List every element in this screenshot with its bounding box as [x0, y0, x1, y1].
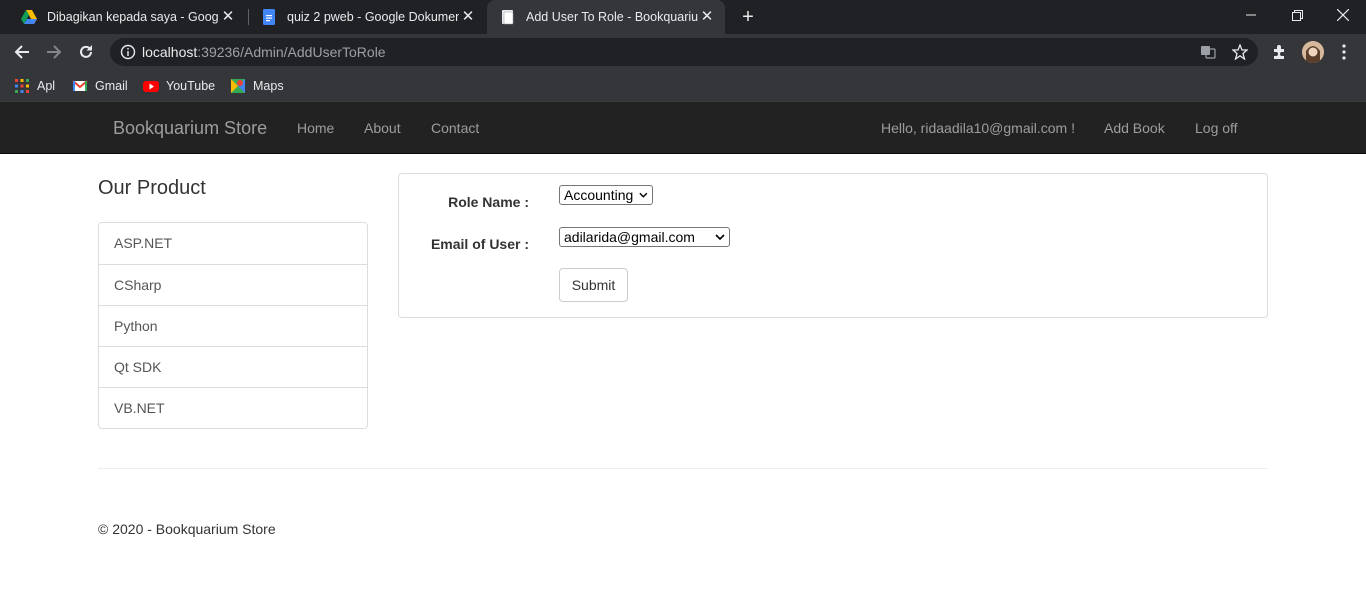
product-list: ASP.NET CSharp Python Qt SDK VB.NET — [98, 222, 368, 429]
add-user-to-role-form: Role Name : Accounting Email of User : a… — [398, 173, 1268, 318]
tab-title: Dibagikan kepada saya - Google — [47, 10, 219, 24]
tab-title: quiz 2 pweb - Google Dokumen — [287, 10, 459, 24]
gmail-icon — [72, 80, 88, 91]
close-icon[interactable]: ✕ — [220, 9, 236, 25]
address-bar[interactable]: localhost:39236/Admin/AddUserToRole — [110, 38, 1258, 66]
email-select[interactable]: adilarida@gmail.com — [559, 227, 730, 247]
close-icon[interactable]: ✕ — [699, 9, 715, 25]
close-icon[interactable]: ✕ — [460, 9, 476, 25]
restore-icon[interactable] — [1274, 0, 1320, 30]
translate-icon[interactable] — [1200, 44, 1216, 60]
url-host: localhost — [142, 44, 198, 60]
extensions-icon[interactable] — [1269, 42, 1289, 62]
role-name-label: Role Name : — [448, 194, 529, 210]
tab-google-docs[interactable]: quiz 2 pweb - Google Dokumen ✕ — [248, 0, 486, 34]
product-item-qt-sdk[interactable]: Qt SDK — [99, 346, 367, 387]
info-icon[interactable] — [120, 44, 136, 60]
footer-copyright: © 2020 - Bookquarium Store — [98, 521, 276, 537]
nav-contact[interactable]: Contact — [431, 120, 479, 136]
bookmark-star-icon[interactable] — [1232, 44, 1248, 60]
bookmark-maps[interactable]: Maps — [230, 76, 284, 96]
user-greeting-link[interactable]: Hello, ridaadila10@gmail.com ! — [881, 120, 1075, 136]
window-close-icon[interactable] — [1320, 0, 1366, 30]
role-select-value: Accounting — [564, 187, 634, 203]
product-item-csharp[interactable]: CSharp — [99, 264, 367, 305]
site-navbar: Bookquarium Store Home About Contact Hel… — [0, 102, 1366, 154]
new-tab-icon[interactable]: + — [738, 7, 758, 27]
reload-icon[interactable] — [74, 40, 98, 64]
email-of-user-label: Email of User : — [430, 236, 529, 252]
email-select-value: adilarida@gmail.com — [564, 229, 695, 245]
role-select[interactable]: Accounting — [559, 185, 653, 205]
menu-kebab-icon[interactable] — [1334, 42, 1354, 62]
tab-add-user-to-role[interactable]: Add User To Role - Bookquarium ✕ — [487, 0, 725, 34]
submit-button[interactable]: Submit — [559, 268, 628, 302]
google-docs-icon — [263, 9, 275, 25]
sidebar-heading: Our Product — [98, 177, 206, 199]
youtube-icon — [143, 81, 159, 92]
browser-toolbar: localhost:39236/Admin/AddUserToRole — [0, 34, 1366, 70]
url-text[interactable]: localhost:39236/Admin/AddUserToRole — [142, 44, 386, 60]
nav-log-off[interactable]: Log off — [1195, 120, 1238, 136]
bookmark-label: YouTube — [166, 79, 216, 93]
back-icon[interactable] — [10, 40, 34, 64]
nav-about[interactable]: About — [364, 120, 401, 136]
brand-link[interactable]: Bookquarium Store — [113, 118, 267, 139]
nav-home[interactable]: Home — [297, 120, 334, 136]
tab-title: Add User To Role - Bookquarium — [526, 10, 698, 24]
bookmark-gmail[interactable]: Gmail — [72, 76, 128, 96]
bookmark-label: Maps — [253, 79, 284, 93]
forward-icon[interactable] — [42, 40, 66, 64]
bookmark-apps[interactable]: Apl — [14, 76, 55, 96]
bookmark-label: Apl — [37, 79, 56, 93]
bookmark-label: Gmail — [95, 79, 128, 93]
chevron-down-icon — [639, 192, 648, 198]
product-item-python[interactable]: Python — [99, 305, 367, 346]
product-item-vbnet[interactable]: VB.NET — [99, 387, 367, 428]
page-icon — [502, 10, 514, 25]
nav-add-book[interactable]: Add Book — [1104, 120, 1165, 136]
profile-avatar[interactable] — [1302, 41, 1324, 63]
bookmark-youtube[interactable]: YouTube — [143, 76, 215, 96]
footer-divider — [98, 468, 1268, 469]
minimize-icon[interactable] — [1228, 0, 1274, 30]
bookmarks-bar: Apl Gmail YouTube Maps — [0, 70, 1366, 102]
product-item-aspnet[interactable]: ASP.NET — [99, 223, 367, 264]
tab-google-drive[interactable]: Dibagikan kepada saya - Google ✕ — [8, 0, 246, 34]
maps-icon — [231, 79, 245, 93]
google-drive-icon — [21, 10, 37, 24]
browser-tab-bar: Dibagikan kepada saya - Google ✕ quiz 2 … — [0, 0, 1366, 34]
chevron-down-icon — [715, 234, 725, 241]
url-path: :39236/Admin/AddUserToRole — [197, 44, 386, 60]
apps-grid-icon — [15, 79, 29, 93]
